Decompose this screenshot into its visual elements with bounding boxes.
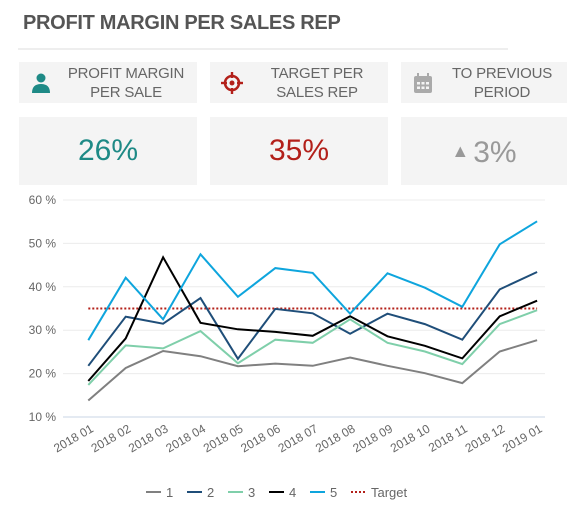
legend-label-target: Target: [371, 485, 408, 500]
kpi-label-line1: TO PREVIOUS: [451, 65, 553, 82]
kpi-value-card-profit-margin: 26%: [19, 117, 197, 185]
kpi-label: PROFIT MARGIN PER SALE: [59, 64, 193, 102]
kpi-value-card-previous-period: ▲ 3%: [401, 117, 567, 185]
kpi-value: 35%: [268, 134, 330, 167]
person-icon: [32, 73, 50, 93]
x-tick-label: 2018 12: [463, 421, 508, 455]
calendar-icon: [414, 73, 432, 93]
x-tick-label: 2018 05: [201, 421, 246, 455]
y-tick-label: 50 %: [29, 236, 57, 250]
y-tick-label: 20 %: [29, 367, 57, 381]
legend-label-2: 2: [207, 485, 214, 500]
kpi-label: TARGET PER SALES REP: [250, 64, 384, 102]
x-tick-label: 2019 01: [500, 421, 545, 455]
x-tick-label: 2018 09: [350, 421, 395, 455]
kpi-label-line1: PROFIT MARGIN: [67, 65, 185, 82]
kpi-label-card-previous-period: TO PREVIOUS PERIOD: [401, 62, 567, 103]
x-tick-label: 2018 02: [89, 421, 134, 455]
title-divider: [18, 48, 508, 50]
legend-label-5: 5: [330, 485, 337, 500]
y-tick-label: 10 %: [29, 410, 57, 424]
kpi-value: ▲ 3%: [401, 131, 567, 173]
legend-label-1: 1: [166, 485, 173, 500]
y-tick-label: 40 %: [29, 280, 57, 294]
target-icon: [221, 72, 243, 94]
x-tick-label: 2018 06: [238, 421, 283, 455]
y-tick-label: 30 %: [29, 323, 57, 337]
kpi-label: TO PREVIOUS PERIOD: [441, 64, 563, 102]
x-tick-label: 2018 11: [426, 421, 470, 455]
x-tick-label: 2018 10: [388, 421, 433, 455]
legend-label-3: 3: [248, 485, 255, 500]
kpi-value: 26%: [77, 134, 139, 167]
line-chart: 10 %20 %30 %40 %50 %60 %2018 012018 0220…: [29, 193, 545, 500]
kpi-value-text: 3%: [473, 136, 517, 169]
kpi-label-card-profit-margin: PROFIT MARGIN PER SALE: [19, 62, 197, 103]
kpi-label-line2: SALES REP: [276, 84, 358, 101]
triangle-up-icon: ▲: [451, 141, 470, 161]
kpi-value-card-target: 35%: [210, 117, 388, 185]
series-line-4: [87, 255, 538, 382]
x-tick-label: 2018 01: [51, 421, 96, 455]
kpi-label-line2: PERIOD: [473, 84, 531, 101]
y-tick-label: 60 %: [29, 193, 57, 207]
series-line-2: [87, 271, 538, 367]
page-title: PROFIT MARGIN PER SALES REP: [23, 12, 341, 34]
kpi-label-line1: TARGET PER: [270, 65, 364, 82]
kpi-label-card-target: TARGET PER SALES REP: [210, 62, 388, 103]
x-tick-label: 2018 08: [313, 421, 358, 455]
x-tick-label: 2018 07: [276, 421, 321, 455]
kpi-label-line2: PER SALE: [90, 84, 162, 101]
x-tick-label: 2018 04: [163, 421, 208, 455]
legend-label-4: 4: [289, 485, 296, 500]
x-tick-label: 2018 03: [126, 421, 171, 455]
